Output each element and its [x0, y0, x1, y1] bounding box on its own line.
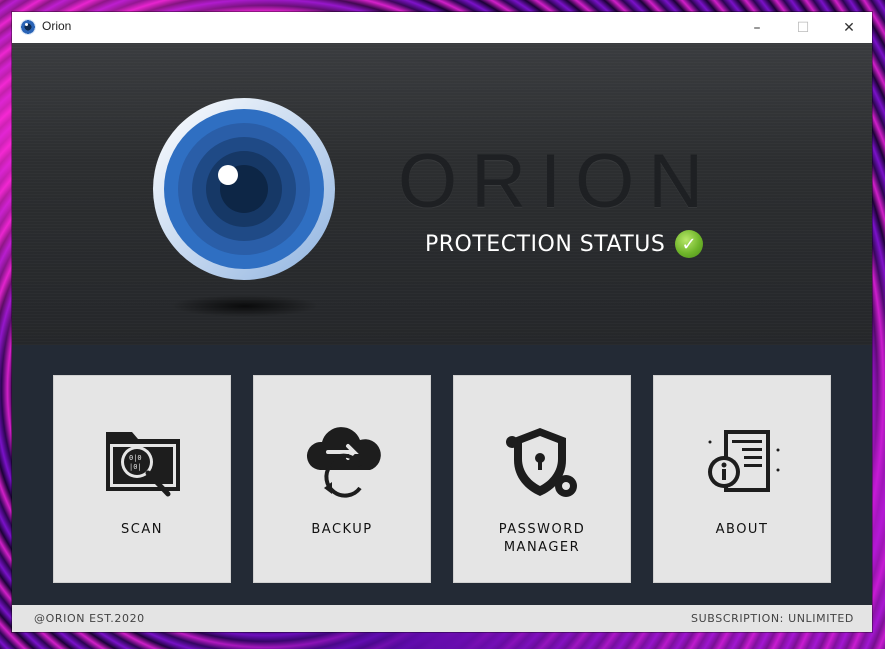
- backup-label: BACKUP: [311, 522, 373, 537]
- app-window: Orion – ☐ ✕ ORION PROTECTION STATUS ✓ 0|…: [12, 12, 872, 632]
- scan-label: SCAN: [121, 522, 163, 537]
- orion-eye-logo-icon: [153, 98, 335, 280]
- about-tile[interactable]: ABOUT: [653, 375, 831, 583]
- copyright-text: @ORION EST.2020: [34, 612, 145, 625]
- password-manager-tile[interactable]: PASSWORD MANAGER: [453, 375, 631, 583]
- subscription-text: SUBSCRIPTION: UNLIMITED: [691, 612, 854, 625]
- hero-banner: ORION PROTECTION STATUS ✓: [12, 43, 872, 345]
- logo-shadow: [170, 295, 320, 317]
- about-label: ABOUT: [715, 522, 769, 537]
- password-manager-label: PASSWORD MANAGER: [498, 522, 586, 555]
- brand-wordmark: ORION: [398, 139, 718, 224]
- svg-text:0|0: 0|0: [129, 454, 142, 462]
- scan-tile[interactable]: 0|0 |0| SCAN: [53, 375, 231, 583]
- folder-scan-icon: 0|0 |0|: [106, 432, 180, 497]
- shield-lock-icon: [506, 428, 577, 497]
- protection-status-label: PROTECTION STATUS: [425, 231, 666, 257]
- cloud-sync-icon: [306, 427, 381, 498]
- maximize-button[interactable]: ☐: [780, 12, 826, 43]
- app-icon: [20, 19, 36, 35]
- tiles-panel: 0|0 |0| SCAN BACKUP PASSWORD MANAGER ABO…: [12, 345, 872, 605]
- window-title: Orion: [42, 19, 72, 33]
- check-circle-icon: ✓: [675, 230, 704, 258]
- svg-text:|0|: |0|: [129, 463, 142, 471]
- status-footer: @ORION EST.2020 SUBSCRIPTION: UNLIMITED: [12, 605, 872, 632]
- info-document-icon: [708, 430, 780, 492]
- close-button[interactable]: ✕: [826, 12, 872, 43]
- protection-status: PROTECTION STATUS ✓: [425, 230, 704, 258]
- backup-tile[interactable]: BACKUP: [253, 375, 431, 583]
- title-bar[interactable]: Orion – ☐ ✕: [12, 12, 872, 43]
- minimize-button[interactable]: –: [734, 12, 780, 43]
